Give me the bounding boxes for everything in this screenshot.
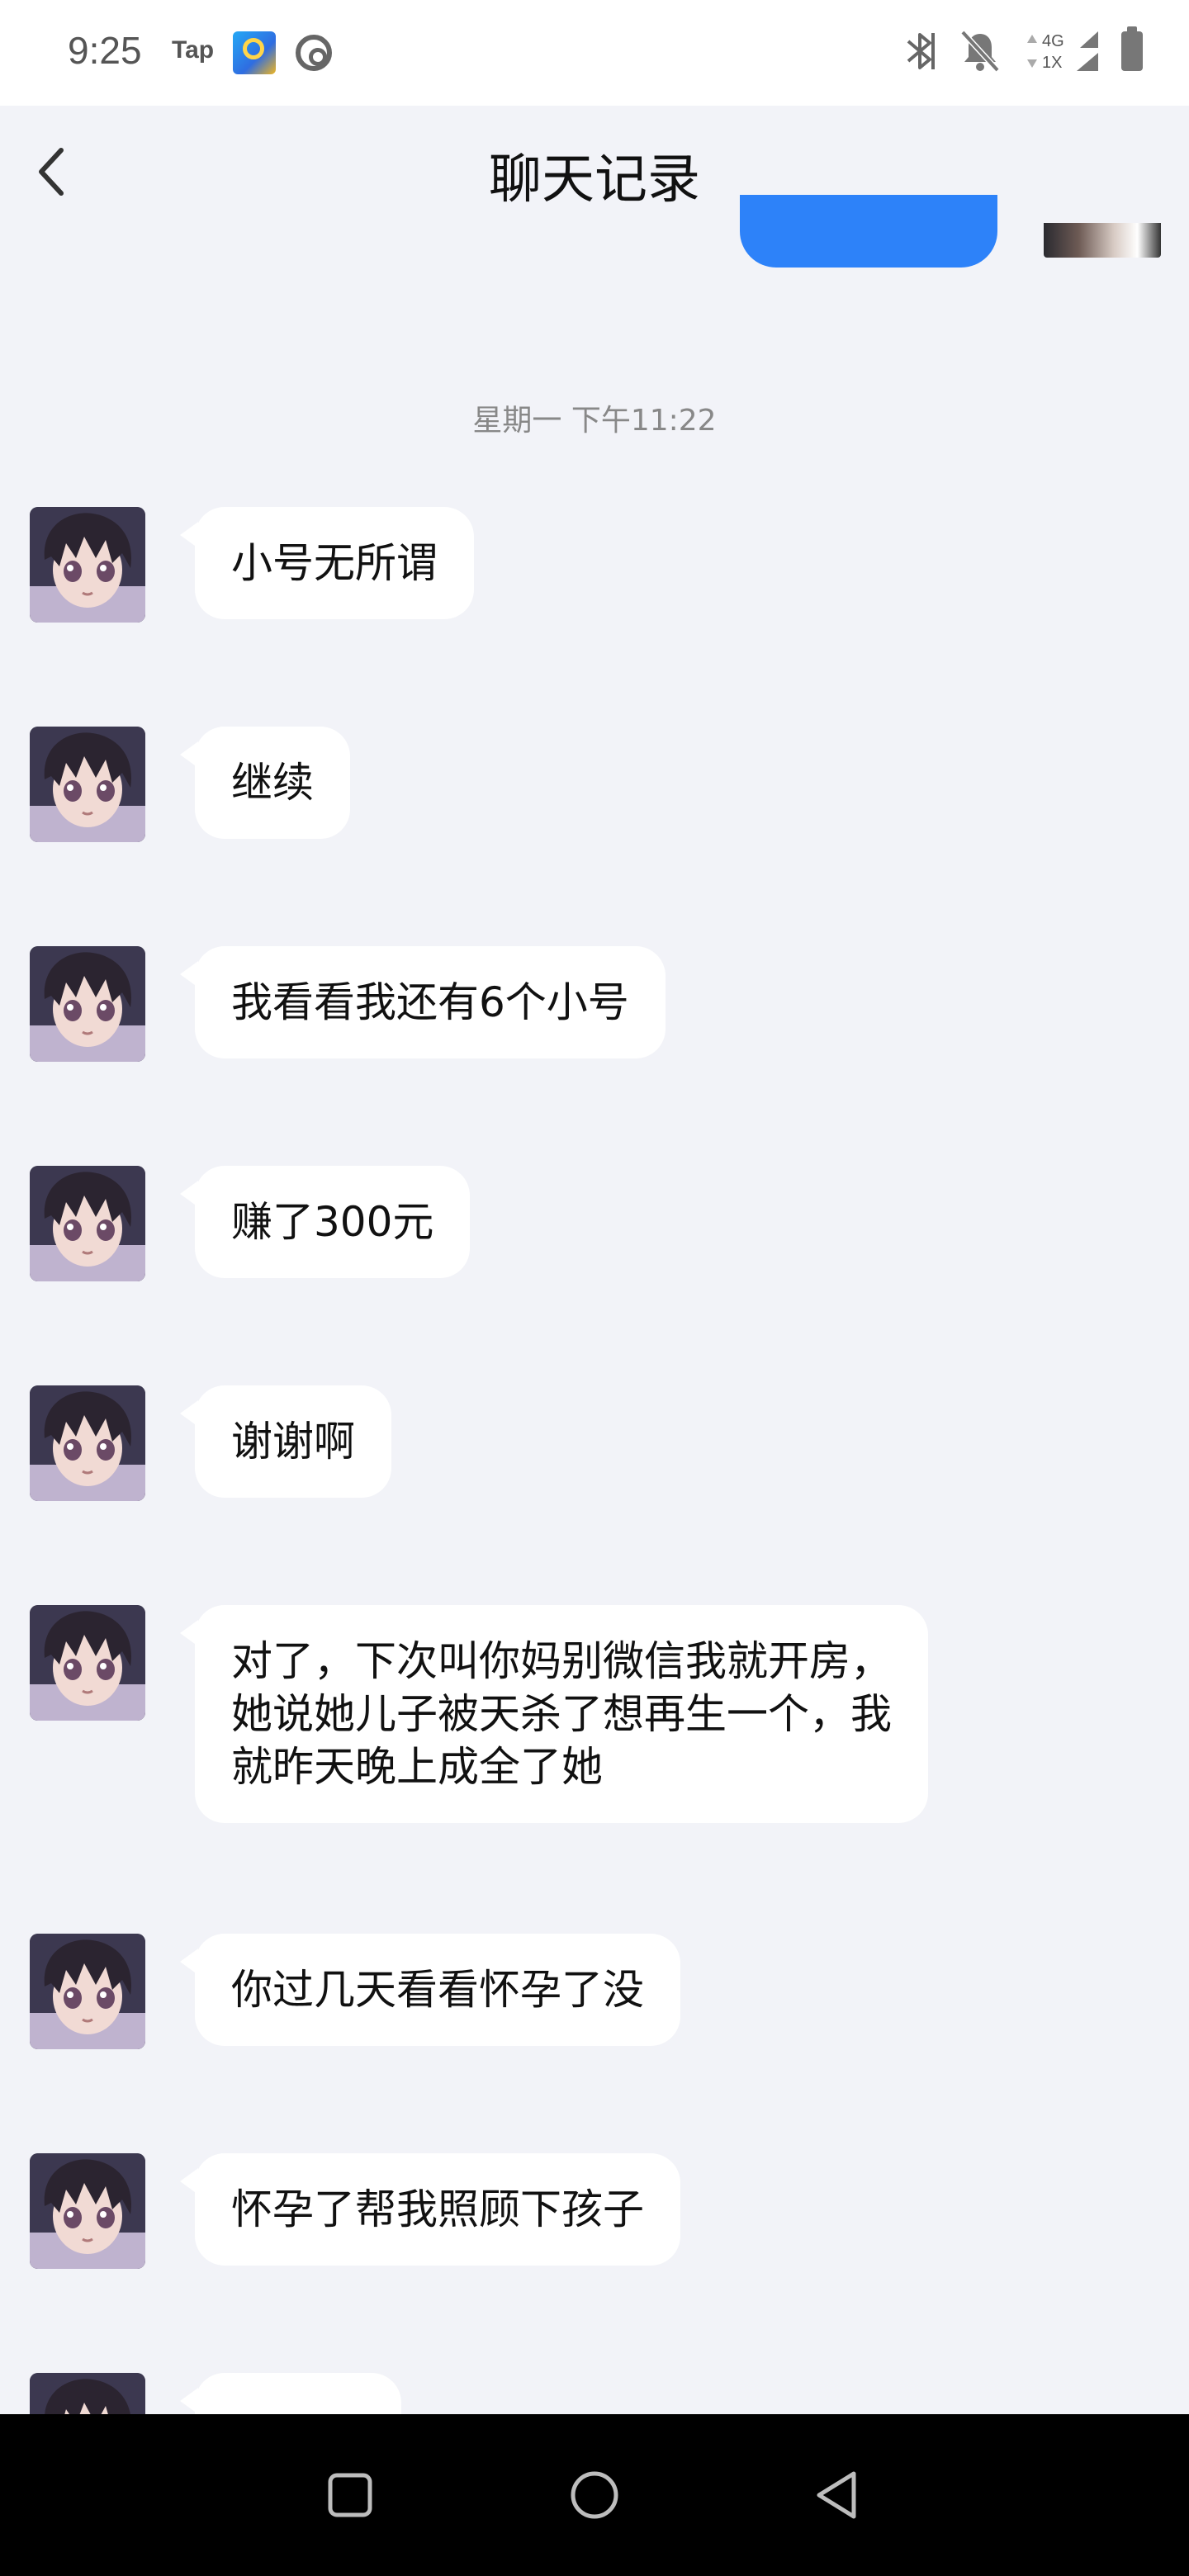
chat-message-list[interactable]: 星期一 下午11:22 小号无所谓 继续 我看看我还有6个小号 赚了300元 谢… [0, 234, 1189, 2414]
mute-icon [960, 30, 1000, 73]
contact-avatar[interactable] [30, 1385, 145, 1501]
network-1x-label: 1X [1042, 54, 1062, 72]
tap-app-label: Tap [172, 36, 215, 64]
message-bubble[interactable]: 你过几天看看怀孕了没 [180, 1934, 680, 2046]
music-icon [296, 35, 332, 71]
contact-avatar[interactable] [30, 507, 145, 623]
message-bubble[interactable]: 对了，下次叫你妈别微信我就开房， 她说她儿子被天杀了想再生一个，我 就昨天晚上成… [180, 1605, 928, 1823]
contact-avatar[interactable] [30, 2373, 145, 2414]
signal-4g-1x-icon: 4G 1X [1027, 31, 1098, 72]
message-bubble-partial[interactable] [180, 2373, 401, 2414]
message-bubble[interactable]: 谢谢啊 [180, 1385, 391, 1498]
anime-avatar-image [30, 1166, 145, 1281]
header: 聊天记录 [0, 106, 1189, 234]
contact-avatar[interactable] [30, 1934, 145, 2049]
message-bubble[interactable]: 我看看我还有6个小号 [180, 946, 666, 1058]
contact-avatar[interactable] [30, 727, 145, 842]
back-triangle-icon[interactable] [808, 2464, 870, 2526]
anime-avatar-image [30, 946, 145, 1062]
anime-avatar-image [30, 727, 145, 842]
contact-avatar[interactable] [30, 1166, 145, 1281]
message-bubble[interactable]: 小号无所谓 [180, 507, 474, 619]
page-title: 聊天记录 [489, 149, 700, 211]
contact-avatar[interactable] [30, 1605, 145, 1721]
contact-avatar[interactable] [30, 946, 145, 1062]
anime-avatar-image [30, 2153, 145, 2269]
anime-avatar-image [30, 1934, 145, 2049]
contact-avatar[interactable] [30, 2153, 145, 2269]
battery-icon [1121, 26, 1143, 71]
chat-history-screen: 9:25 Tap 4G 1X 聊天记录 星期一 下午11:22 小号无所谓 继续… [0, 0, 1189, 2576]
app-2020-icon [233, 31, 276, 74]
anime-avatar-image [30, 507, 145, 623]
status-time: 9:25 [68, 29, 142, 72]
status-bar: 9:25 Tap 4G 1X [0, 0, 1189, 106]
anime-avatar-image [30, 2373, 145, 2414]
message-bubble[interactable]: 赚了300元 [179, 1166, 471, 1278]
home-circle-icon[interactable] [563, 2464, 626, 2526]
status-icons: 4G 1X [905, 25, 1143, 78]
system-nav-bar [0, 2414, 1189, 2576]
message-bubble[interactable]: 怀孕了帮我照顾下孩子 [180, 2153, 680, 2266]
anime-avatar-image [30, 1605, 145, 1721]
chat-timestamp: 星期一 下午11:22 [472, 404, 717, 438]
anime-avatar-image [30, 1385, 145, 1501]
bluetooth-icon [907, 33, 935, 69]
recents-square-icon[interactable] [319, 2464, 381, 2526]
message-bubble[interactable]: 继续 [180, 727, 350, 839]
network-4g-label: 4G [1042, 32, 1064, 50]
